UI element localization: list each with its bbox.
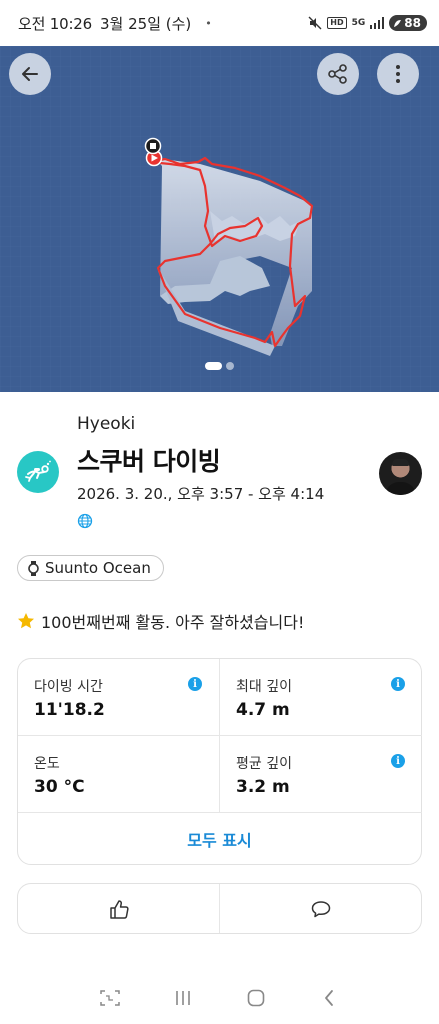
system-nav-bar [0, 970, 439, 1024]
back-button[interactable] [9, 53, 51, 95]
screen-capture-button[interactable] [98, 986, 122, 1010]
stat-value: 30 °C [34, 777, 85, 797]
username[interactable]: Hyeoki [77, 414, 135, 434]
avatar-hair [392, 459, 409, 466]
recents-icon [176, 991, 190, 1005]
share-button[interactable] [317, 53, 359, 95]
stats-card: 다이빙 시간 i 11'18.2 최대 깊이 i 4.7 m 온도 30 °C … [17, 658, 422, 865]
thumbs-up-icon [109, 899, 129, 919]
comment-icon [311, 900, 330, 917]
status-bar: 오전 10:26 3월 25일 (수) • HD 5G 88 [0, 0, 439, 46]
battery-level: 88 [404, 16, 421, 30]
status-date: 3월 25일 (수) [100, 14, 192, 33]
notification-dot: • [205, 16, 212, 30]
status-icons: HD 5G 88 [308, 15, 427, 31]
comment-button[interactable] [220, 884, 421, 933]
home-icon [247, 989, 265, 1007]
pager-dot[interactable] [226, 362, 234, 370]
more-options-button[interactable] [377, 53, 419, 95]
map-grid [0, 46, 439, 392]
signal-icon [370, 17, 385, 29]
stat-label: 평균 깊이 [236, 756, 292, 772]
stat-value: 4.7 m [236, 700, 290, 720]
stat-value: 11'18.2 [34, 700, 105, 720]
map-pager[interactable] [0, 362, 439, 370]
like-button[interactable] [18, 884, 220, 933]
info-icon[interactable]: i [391, 754, 405, 768]
screen-capture-icon [100, 990, 120, 1006]
stat-label: 온도 [34, 756, 60, 772]
activity-datetime: 2026. 3. 20., 오후 3:57 - 오후 4:14 [77, 485, 325, 503]
show-all-button[interactable]: 모두 표시 [18, 813, 421, 865]
dive-route-map[interactable] [0, 46, 439, 392]
stop-marker-icon [144, 137, 162, 155]
stat-dive-time: 다이빙 시간 i 11'18.2 [18, 659, 220, 736]
activity-title: 스쿠버 다이빙 [77, 447, 221, 476]
stat-value: 3.2 m [236, 777, 290, 797]
avatar[interactable] [379, 452, 422, 495]
device-name: Suunto Ocean [45, 559, 151, 577]
globe-icon[interactable] [77, 513, 93, 529]
mute-icon [308, 16, 322, 30]
home-button[interactable] [244, 986, 268, 1010]
back-arrow-icon [22, 67, 38, 81]
5g-icon: 5G [351, 18, 366, 28]
status-time: 오전 10:26 [18, 14, 92, 33]
achievement: 100번째번째 활동. 아주 잘하셨습니다! [17, 609, 304, 633]
stat-temperature: 온도 30 °C [18, 736, 220, 813]
action-card [17, 883, 422, 934]
stat-avg-depth: 평균 깊이 i 3.2 m [220, 736, 422, 813]
stat-max-depth: 최대 깊이 i 4.7 m [220, 659, 422, 736]
back-icon [325, 990, 333, 1006]
scuba-diver-icon [17, 451, 59, 493]
battery-icon: 88 [389, 15, 427, 31]
more-vertical-icon [396, 65, 400, 83]
info-icon[interactable]: i [391, 677, 405, 691]
hd-voice-icon: HD [327, 17, 347, 29]
recents-button[interactable] [171, 986, 195, 1010]
pager-dot-active[interactable] [205, 362, 222, 370]
stat-label: 다이빙 시간 [34, 679, 103, 695]
watch-icon [28, 560, 39, 576]
share-icon [328, 64, 347, 84]
avatar-shirt [385, 482, 416, 495]
nav-back-button[interactable] [317, 986, 341, 1010]
device-chip[interactable]: Suunto Ocean [17, 555, 164, 581]
star-icon [18, 613, 34, 629]
info-icon[interactable]: i [188, 677, 202, 691]
stat-label: 최대 깊이 [236, 679, 292, 695]
achievement-text: 100번째번째 활동. 아주 잘하셨습니다! [41, 613, 305, 632]
